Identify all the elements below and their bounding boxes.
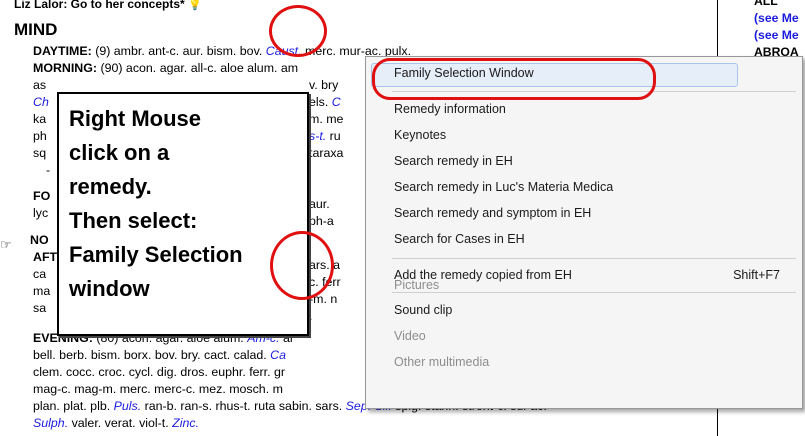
remedy-list[interactable]: taraxa	[309, 145, 343, 162]
remedy[interactable]: Ch	[33, 95, 49, 109]
remedy-list[interactable]: (90) acon. agar. all-c. aloe alum. am	[97, 61, 298, 75]
remedy-list[interactable]: v. bry	[309, 77, 338, 94]
remedy[interactable]: C	[332, 95, 341, 109]
remedy-list[interactable]: bell. berb. bism. borx. bov. bry. cact. …	[33, 348, 270, 362]
rubric-line: clem. cocc. croc. cycl. dig. dros. euphr…	[33, 364, 285, 381]
instruction-line: Then select:	[69, 208, 198, 233]
menu-item-search-remedy-luc[interactable]: Search remedy in Luc's Materia Medica	[394, 180, 613, 194]
remedy[interactable]: s-t.	[309, 129, 326, 143]
right-pane-text[interactable]: (see Me	[754, 11, 799, 25]
rubric-line[interactable]: sq	[33, 145, 46, 162]
rubric-label[interactable]: FO	[33, 188, 50, 205]
right-pane-text[interactable]: ALL	[754, 0, 778, 8]
chapter-title: MIND	[14, 20, 58, 39]
right-pane-entry[interactable]: (see Me	[754, 10, 799, 27]
remedy-list[interactable]: -	[46, 163, 50, 177]
menu-item-remedy-information[interactable]: Remedy information	[394, 102, 506, 116]
remedy-list[interactable]: ca	[33, 266, 46, 283]
remedy[interactable]: Sulph.	[33, 416, 68, 430]
rubric-line[interactable]: -	[46, 162, 50, 179]
rubric-label[interactable]: NO	[30, 232, 49, 249]
pointing-hand-icon: ☞	[0, 237, 12, 252]
instruction-line: Right Mouse	[69, 106, 201, 131]
rubric-line: Sulph. valer. verat. viol-t. Zinc.	[33, 415, 199, 432]
concept-header[interactable]: Liz Lalor: Go to her concepts* 💡	[14, 0, 202, 11]
rubric-label[interactable]: MORNING:	[33, 61, 97, 75]
remedy-list[interactable]: ph	[33, 129, 47, 143]
instruction-text: Right Mouse click on a remedy. Then select:…	[69, 102, 243, 306]
remedy-list[interactable]: els.	[309, 95, 332, 109]
remedy-list[interactable]: mag-c. mag-m. merc. merc-c. mez. mosch. …	[33, 382, 283, 396]
menu-item-search-remedy-symptom-eh[interactable]: Search remedy and symptom in EH	[394, 206, 591, 220]
remedy-list[interactable]: ka	[33, 112, 46, 126]
remedy-list[interactable]: aur.	[309, 196, 330, 213]
rubric-label[interactable]: AFT	[33, 249, 57, 266]
menu-item-search-remedy-eh[interactable]: Search remedy in EH	[394, 154, 513, 168]
menu-item-keynotes[interactable]: Keynotes	[394, 128, 446, 142]
menu-item-search-cases-eh[interactable]: Search for Cases in EH	[394, 232, 525, 246]
instruction-line: remedy.	[69, 174, 152, 199]
rubric-line: mag-c. mag-m. merc. merc-c. mez. mosch. …	[33, 381, 283, 398]
remedy-highlight-circle	[269, 5, 327, 57]
rubric-line: bell. berb. bism. borx. bov. bry. cact. …	[33, 347, 286, 364]
remedy-list[interactable]: valer. verat. viol-t.	[68, 416, 172, 430]
remedy-list[interactable]: els. C	[309, 94, 341, 111]
menu-item-video: Video	[394, 329, 426, 343]
remedy[interactable]: Zinc.	[172, 416, 199, 430]
remedy-list[interactable]: lyc	[33, 205, 48, 222]
rubric-label[interactable]: DAYTIME:	[33, 44, 92, 58]
remedy-list[interactable]: ran-b. ran-s. rhus-t. ruta sabin. sars.	[141, 399, 346, 413]
right-pane-entry[interactable]: ALL	[754, 0, 778, 10]
rubric-line[interactable]: ph	[33, 128, 47, 145]
remedy-list[interactable]: clem. cocc. croc. cycl. dig. dros. euphr…	[33, 365, 285, 379]
rubric-line[interactable]: as	[33, 77, 46, 94]
menu-shortcut: Shift+F7	[733, 268, 780, 282]
menu-separator	[392, 292, 796, 293]
remedy-list[interactable]: sa	[33, 300, 46, 317]
concept-header-text[interactable]: Liz Lalor: Go to her concepts*	[14, 0, 185, 11]
instruction-callout: Right Mouse click on a remedy. Then select:…	[57, 92, 309, 336]
menu-item-other-multimedia: Other multimedia	[394, 355, 490, 369]
right-pane-text[interactable]: (see Me	[754, 28, 799, 42]
remedy-list[interactable]: .	[309, 308, 312, 325]
repertory-window: Liz Lalor: Go to her concepts* 💡 MIND DA…	[0, 0, 805, 436]
menu-item-pictures: Pictures	[394, 278, 440, 292]
remedy-list[interactable]: as	[33, 78, 46, 92]
rubric-line: DAYTIME: (9) ambr. ant-c. aur. bism. bov…	[33, 43, 411, 60]
remedy-list[interactable]: sq	[33, 146, 46, 160]
instruction-line: click on a	[69, 140, 170, 165]
instruction-line: Family Selection	[69, 242, 243, 267]
remedy[interactable]: Puls.	[114, 399, 142, 413]
remedy-list[interactable]: m. me	[309, 111, 343, 128]
remedy-list[interactable]: s-t. ru	[309, 128, 341, 145]
remedy-list[interactable]: (9) ambr. ant-c. aur. bism. bov.	[92, 44, 266, 58]
menu-highlight-circle	[372, 58, 656, 100]
remedy-highlight-circle	[270, 231, 334, 300]
remedy-list[interactable]: ru	[326, 129, 341, 143]
menu-item-sound-clip[interactable]: Sound clip	[394, 303, 452, 317]
remedy-list[interactable]: ph-a	[309, 213, 334, 230]
rubric-line[interactable]: ka	[33, 111, 46, 128]
instruction-line: window	[69, 276, 150, 301]
right-pane-entry[interactable]: (see Me	[754, 27, 799, 44]
menu-separator	[392, 258, 796, 259]
remedy-list[interactable]: plan. plat. plb.	[33, 399, 114, 413]
rubric-line: MORNING: (90) acon. agar. all-c. aloe al…	[33, 60, 298, 77]
lightbulb-icon: 💡	[188, 0, 202, 11]
rubric-line[interactable]: Ch	[33, 94, 49, 111]
remedy[interactable]: Ca	[270, 348, 286, 362]
remedy-list[interactable]: ma	[33, 283, 50, 300]
context-menu: Family Selection Window Remedy informatio…	[365, 56, 803, 409]
